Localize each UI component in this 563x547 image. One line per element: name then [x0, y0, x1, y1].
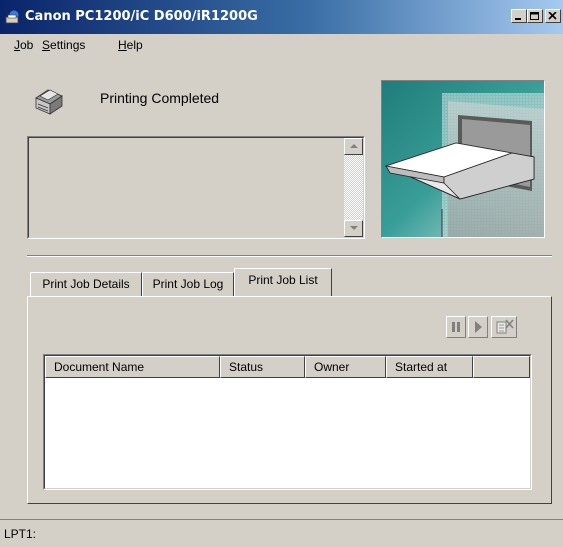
- window-title: Canon PC1200/iC D600/iR1200G: [25, 9, 258, 24]
- column-owner[interactable]: Owner: [305, 356, 386, 378]
- column-filler: [473, 356, 530, 378]
- tab-print-job-details[interactable]: Print Job Details: [30, 272, 142, 296]
- arrow-down-icon: [350, 226, 358, 230]
- menu-settings[interactable]: Settings: [42, 38, 85, 52]
- status-bar: LPT1:: [0, 519, 563, 547]
- close-button[interactable]: [545, 9, 561, 23]
- paper-output-tray-image: [382, 81, 544, 237]
- arrow-up-icon: [350, 144, 358, 148]
- pause-job-button[interactable]: [446, 316, 466, 338]
- printer-icon: [35, 89, 63, 115]
- scroll-down-button[interactable]: [344, 220, 363, 237]
- close-icon: [548, 12, 557, 20]
- tab-print-job-log[interactable]: Print Job Log: [142, 272, 234, 296]
- column-status[interactable]: Status: [220, 356, 305, 378]
- minimize-button[interactable]: [511, 9, 527, 23]
- cancel-job-button[interactable]: [491, 316, 517, 338]
- tab-print-job-list[interactable]: Print Job List: [234, 268, 332, 296]
- status-details-box: [27, 136, 365, 239]
- column-started-at[interactable]: Started at: [386, 356, 473, 378]
- title-bar[interactable]: Canon PC1200/iC D600/iR1200G: [0, 0, 563, 34]
- resume-job-button[interactable]: [468, 316, 488, 338]
- port-status: LPT1:: [4, 527, 37, 541]
- play-icon: [468, 316, 488, 338]
- printer-output-illustration: [381, 80, 545, 238]
- minimize-icon: [515, 18, 521, 20]
- menu-help[interactable]: Help: [118, 38, 143, 52]
- column-document-name[interactable]: Document Name: [45, 356, 220, 378]
- maximize-icon: [530, 12, 539, 20]
- section-divider: [27, 255, 552, 257]
- printer-globe-icon[interactable]: [5, 9, 21, 25]
- printer-status-window: Canon PC1200/iC D600/iR1200G Job Setting…: [0, 0, 563, 547]
- menu-bar: Job Settings Help: [0, 34, 563, 56]
- scroll-up-button[interactable]: [344, 138, 363, 155]
- menu-job[interactable]: Job: [14, 38, 33, 52]
- cancel-job-icon: [491, 316, 517, 338]
- vertical-scrollbar[interactable]: [344, 138, 363, 237]
- print-status-text: Printing Completed: [100, 90, 220, 106]
- pause-icon: [446, 316, 466, 338]
- maximize-button[interactable]: [527, 9, 543, 23]
- job-list-table[interactable]: Document Name Status Owner Started at: [43, 354, 532, 490]
